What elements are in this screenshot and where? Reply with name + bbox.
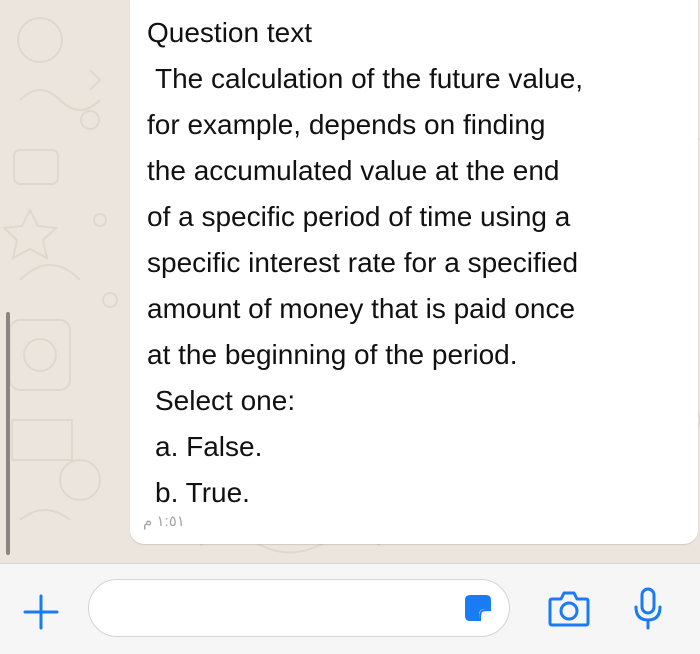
question-line: at the beginning of the period.: [147, 339, 518, 370]
sticker-icon[interactable]: [462, 592, 494, 624]
message-bubble[interactable]: Question text The calculation of the fut…: [130, 0, 698, 544]
chat-area[interactable]: Question text The calculation of the fut…: [0, 0, 700, 563]
message-timestamp: ١:٥١ م: [143, 513, 185, 530]
question-line: specific interest rate for a specified: [147, 247, 579, 278]
message-input[interactable]: [88, 579, 510, 637]
question-line: The calculation of the future value,: [155, 63, 584, 94]
question-line: the accumulated value at the end: [147, 155, 560, 186]
option-b: b. True.: [155, 477, 250, 508]
plus-icon[interactable]: [21, 592, 61, 632]
question-line: for example, depends on finding: [147, 109, 546, 140]
option-a: a. False.: [155, 431, 263, 462]
question-line: amount of money that is paid once: [147, 293, 576, 324]
scroll-indicator[interactable]: [6, 312, 10, 555]
message-text: Question text The calculation of the fut…: [147, 10, 687, 516]
input-bar: [0, 563, 700, 654]
camera-icon[interactable]: [548, 588, 590, 628]
select-one-label: Select one:: [155, 385, 296, 416]
question-line: of a specific period of time using a: [147, 201, 571, 232]
question-heading: Question text: [147, 17, 312, 48]
mic-icon[interactable]: [632, 587, 664, 631]
